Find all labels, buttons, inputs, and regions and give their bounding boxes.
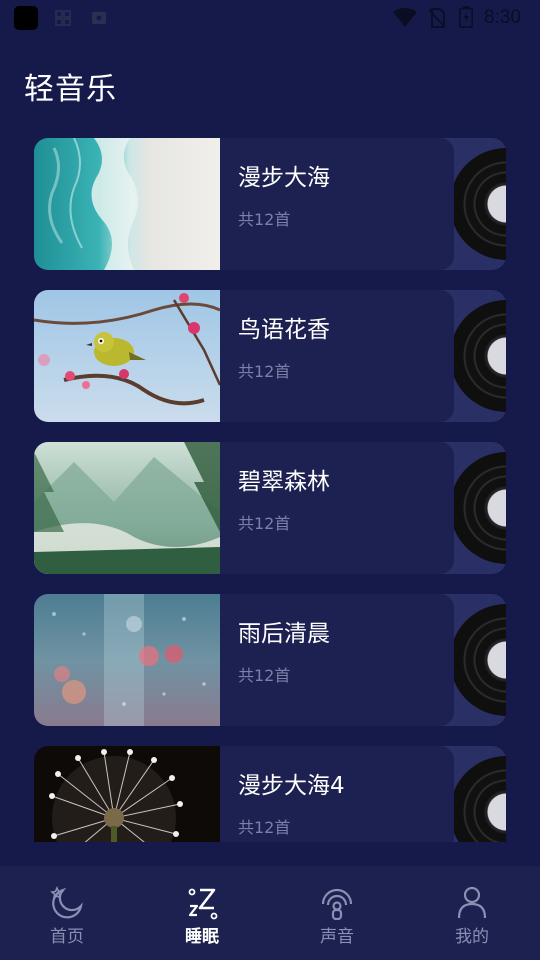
app-icon xyxy=(14,6,38,30)
album-title: 鸟语花香 xyxy=(238,317,330,343)
status-time: 8:30 xyxy=(484,7,521,28)
card-front-panel: 雨后清晨 共12首 xyxy=(34,594,454,726)
bottom-nav: 首页 睡眠 声音 我的 xyxy=(0,866,540,960)
nav-label: 我的 xyxy=(455,927,489,947)
nav-item-sound[interactable]: 声音 xyxy=(287,866,387,960)
nav-label: 首页 xyxy=(50,927,84,947)
card-front-panel: 漫步大海 共12首 xyxy=(34,138,454,270)
album-track-count: 共12首 xyxy=(238,210,291,229)
album-track-count: 共12首 xyxy=(238,666,291,685)
card-front-panel: 碧翠森林 共12首 xyxy=(34,442,454,574)
nav-item-sleep[interactable]: 睡眠 xyxy=(152,866,252,960)
nav-label: 睡眠 xyxy=(185,927,219,947)
sound-signal-icon xyxy=(321,888,353,920)
album-card[interactable]: 碧翠森林 共12首 xyxy=(34,442,506,574)
media-icon xyxy=(92,12,106,24)
album-list[interactable]: 漫步大海 共12首 鸟语花香 共12首 碧翠森林 共12首 雨后清晨 共12首 … xyxy=(34,138,506,842)
album-cover-image xyxy=(34,138,220,270)
nav-item-home[interactable]: 首页 xyxy=(17,866,117,960)
vinyl-record-icon xyxy=(454,148,506,260)
card-front-panel: 漫步大海4 共12首 xyxy=(34,746,454,842)
moon-star-icon xyxy=(50,885,83,919)
battery-icon xyxy=(459,6,473,28)
album-title: 碧翠森林 xyxy=(238,469,330,495)
status-bar: 8:30 xyxy=(0,0,540,36)
album-cover-image xyxy=(34,746,220,842)
album-title: 漫步大海 xyxy=(238,165,330,191)
album-track-count: 共12首 xyxy=(238,818,291,837)
album-cover-image xyxy=(34,594,220,726)
album-title: 雨后清晨 xyxy=(238,621,330,647)
album-card[interactable]: 漫步大海 共12首 xyxy=(34,138,506,270)
vinyl-record-icon xyxy=(454,300,506,412)
album-title: 漫步大海4 xyxy=(238,773,345,799)
wifi-icon xyxy=(393,8,417,27)
nav-item-profile[interactable]: 我的 xyxy=(422,866,522,960)
album-track-count: 共12首 xyxy=(238,514,291,533)
album-card[interactable]: 雨后清晨 共12首 xyxy=(34,594,506,726)
vinyl-record-icon xyxy=(454,756,506,842)
page-title: 轻音乐 xyxy=(24,72,117,107)
grid-icon xyxy=(55,10,71,26)
album-cover-image xyxy=(34,290,220,422)
card-front-panel: 鸟语花香 共12首 xyxy=(34,290,454,422)
nav-label: 声音 xyxy=(320,927,354,947)
album-track-count: 共12首 xyxy=(238,362,291,381)
album-card[interactable]: 鸟语花香 共12首 xyxy=(34,290,506,422)
vinyl-record-icon xyxy=(454,452,506,564)
user-icon xyxy=(457,886,487,919)
no-sim-icon xyxy=(428,8,446,28)
vinyl-record-icon xyxy=(454,604,506,716)
album-cover-image xyxy=(34,442,220,574)
sleep-zz-icon xyxy=(188,888,218,920)
album-card[interactable]: 漫步大海4 共12首 xyxy=(34,746,506,842)
